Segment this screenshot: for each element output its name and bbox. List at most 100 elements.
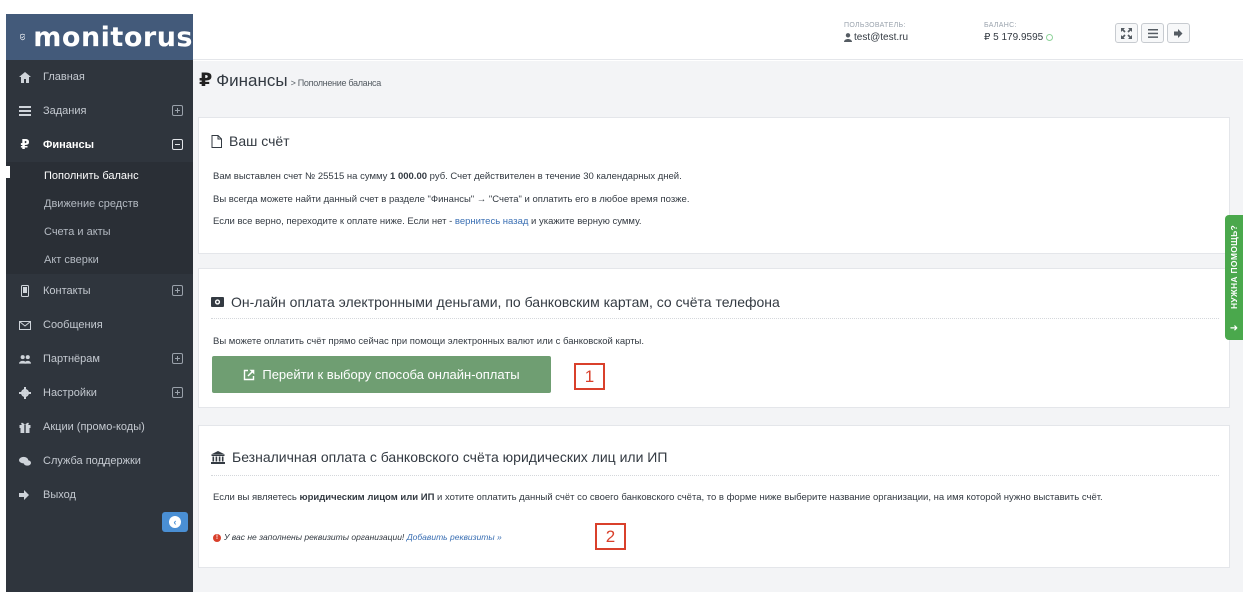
sidebar-item-label: Задания — [43, 105, 87, 117]
document-icon — [211, 134, 222, 148]
add-requisites-link[interactable]: Добавить реквизиты » — [407, 532, 502, 542]
fullscreen-button[interactable] — [1115, 23, 1138, 43]
user-info: ПОЛЬЗОВАТЕЛЬ: test@test.ru — [844, 22, 908, 43]
invoice-line-1-post: руб. Счет действителен в течение 30 кале… — [427, 171, 682, 182]
user-value[interactable]: test@test.ru — [844, 32, 908, 43]
header-buttons — [1115, 23, 1190, 43]
shield-logo-icon — [20, 33, 26, 41]
sidebar-item-label: Служба поддержки — [43, 455, 141, 467]
sidebar-item-contacts[interactable]: Контакты — [6, 274, 193, 308]
sidebar-item-partners[interactable]: Партнёрам — [6, 342, 193, 376]
go-back-link[interactable]: вернитесь назад — [455, 216, 529, 227]
add-funds-icon[interactable] — [1046, 34, 1054, 41]
invoice-line-3-pre: Если все верно, переходите к оплате ниже… — [213, 216, 455, 227]
sidebar-item-label: Выход — [43, 489, 76, 501]
invoice-title: Ваш счёт — [211, 133, 290, 149]
sidebar-item-home[interactable]: Главная — [6, 60, 193, 94]
subnav-item-top-up[interactable]: Пополнить баланс — [6, 162, 193, 190]
external-link-icon — [244, 369, 255, 380]
tasks-icon — [19, 105, 31, 117]
page-title: ₽ Финансы > Пополнение баланса — [199, 69, 381, 92]
logout-button[interactable] — [1167, 23, 1190, 43]
user-email: test@test.ru — [854, 32, 909, 43]
sidebar-item-messages[interactable]: Сообщения — [6, 308, 193, 342]
need-help-label: НУЖНА ПОМОЩЬ? — [1229, 225, 1239, 310]
callout-marker-2: 2 — [595, 523, 626, 550]
invoice-line-3-post: и укажите верную сумму. — [528, 216, 642, 227]
brand-name: monitorus — [33, 21, 193, 53]
sidebar-item-settings[interactable]: Настройки — [6, 376, 193, 410]
warning-icon: ! — [213, 533, 221, 542]
expand-icon[interactable] — [172, 105, 183, 116]
subnav-item-transactions[interactable]: Движение средств — [6, 190, 193, 218]
warning-text: У вас не заполнены реквизиты организации… — [224, 532, 405, 542]
sidebar-item-tasks[interactable]: Задания — [6, 94, 193, 128]
sidebar-nav: Главная Задания ₽ Финансы Пополнить бала… — [6, 60, 193, 512]
balance-info: БАЛАНС: ₽ 5 179.9595 — [984, 22, 1054, 43]
sidebar-item-label: Настройки — [43, 387, 97, 399]
expand-icon[interactable] — [172, 387, 183, 398]
need-help-tab[interactable]: НУЖНА ПОМОЩЬ? ➜ — [1225, 215, 1243, 340]
users-icon — [19, 353, 31, 365]
requisites-warning: ! У вас не заполнены реквизиты организаци… — [213, 530, 502, 544]
expand-icon[interactable] — [172, 353, 183, 364]
invoice-panel: Ваш счёт Вам выставлен счет № 25515 на с… — [198, 117, 1230, 254]
collapse-icon[interactable] — [172, 139, 183, 150]
bank-transfer-title: Безналичная оплата с банковского счёта ю… — [211, 449, 667, 465]
collapse-sidebar-button[interactable]: ‹ — [162, 512, 188, 532]
subnav-item-reconciliation[interactable]: Акт сверки — [6, 246, 193, 274]
arrow-left-icon: ‹ — [169, 516, 181, 528]
invoice-amount: 1 000.00 — [390, 171, 428, 182]
bank-transfer-panel: Безналичная оплата с банковского счёта ю… — [198, 425, 1230, 568]
expand-icon[interactable] — [172, 285, 183, 296]
sidebar-item-label: Главная — [43, 71, 85, 83]
bank-icon — [211, 450, 225, 464]
sidebar-item-logout[interactable]: Выход — [6, 478, 193, 512]
sidebar: monitorus Главная Задания ₽ Финансы Попо… — [6, 14, 193, 592]
balance-label: БАЛАНС: — [984, 22, 1017, 29]
top-header: ПОЛЬЗОВАТЕЛЬ: test@test.ru БАЛАНС: ₽ 5 1… — [193, 14, 1243, 60]
sign-out-icon — [19, 489, 31, 501]
menu-button[interactable] — [1141, 23, 1164, 43]
bank-transfer-text: Если вы являетесь юридическим лицом или … — [213, 491, 1203, 505]
home-icon — [19, 71, 31, 83]
user-icon — [844, 33, 852, 42]
fullscreen-icon — [1121, 27, 1132, 39]
bank-text-bold: юридическим лицом или ИП — [299, 492, 435, 503]
bank-text-post: и хотите оплатить данный счёт со своего … — [434, 492, 1103, 503]
chat-icon — [19, 455, 31, 467]
sidebar-item-promo[interactable]: Акции (промо-коды) — [6, 410, 193, 444]
balance-value-row[interactable]: ₽ 5 179.9595 — [984, 32, 1054, 43]
menu-icon — [1147, 28, 1158, 38]
divider — [211, 475, 1219, 476]
subnav-item-invoices[interactable]: Счета и акты — [6, 218, 193, 246]
ruble-icon: ₽ — [199, 70, 213, 91]
main-content: ₽ Финансы > Пополнение баланса Ваш счёт … — [193, 61, 1243, 592]
sidebar-item-support[interactable]: Служба поддержки — [6, 444, 193, 478]
envelope-icon — [19, 319, 31, 331]
invoice-line-2: Вы всегда можете найти данный счет в раз… — [213, 194, 690, 205]
online-payment-button-label: Перейти к выбору способа онлайн-оплаты — [262, 367, 520, 382]
divider — [211, 318, 1219, 319]
online-payment-title-text: Он-лайн оплата электронными деньгами, по… — [231, 294, 780, 310]
sidebar-item-finance[interactable]: ₽ Финансы — [6, 128, 193, 162]
gear-icon — [19, 387, 31, 399]
bank-text-pre: Если вы являетесь — [213, 492, 300, 503]
sidebar-item-label: Сообщения — [43, 319, 103, 331]
user-label: ПОЛЬЗОВАТЕЛЬ: — [844, 22, 906, 29]
sidebar-item-label: Партнёрам — [43, 353, 100, 365]
online-payment-text: Вы можете оплатить счёт прямо сейчас при… — [213, 336, 645, 347]
gift-icon — [19, 421, 31, 433]
invoice-line-1-pre: Вам выставлен счет № 25515 на сумму — [213, 171, 391, 182]
callout-marker-1: 1 — [574, 363, 605, 390]
page-title-text: Финансы — [216, 71, 288, 90]
sidebar-item-label: Акции (промо-коды) — [43, 421, 145, 433]
money-icon — [211, 297, 224, 307]
invoice-line-1: Вам выставлен счет № 25515 на сумму 1 00… — [213, 170, 682, 184]
phone-icon — [19, 285, 31, 297]
invoice-title-text: Ваш счёт — [229, 133, 290, 149]
ruble-icon: ₽ — [20, 137, 30, 152]
online-payment-button[interactable]: Перейти к выбору способа онлайн-оплаты — [212, 356, 551, 393]
brand-header[interactable]: monitorus — [6, 14, 193, 60]
arrow-right-icon: ➜ — [1229, 323, 1239, 334]
